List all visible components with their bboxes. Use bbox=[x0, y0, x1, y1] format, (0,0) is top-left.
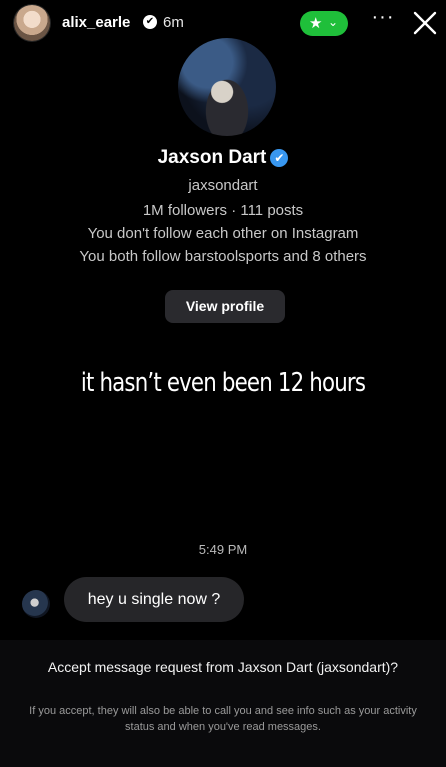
close-friends-button[interactable]: ★ ⌄ bbox=[300, 11, 348, 36]
profile-name: Jaxson Dart bbox=[157, 147, 267, 168]
mutual-follows: You both follow barstoolsports and 8 oth… bbox=[79, 248, 367, 265]
view-profile-button[interactable]: View profile bbox=[165, 290, 285, 323]
close-icon[interactable] bbox=[412, 10, 438, 36]
profile-stats: 1M followers · 111 posts bbox=[142, 202, 304, 219]
story-author-avatar[interactable] bbox=[14, 5, 50, 41]
profile-avatar[interactable] bbox=[178, 38, 276, 136]
sender-avatar[interactable] bbox=[22, 590, 50, 618]
profile-handle: jaxsondart bbox=[188, 177, 258, 194]
message-timestamp: 5:49 PM bbox=[198, 542, 248, 557]
follow-status: You don't follow each other on Instagram bbox=[87, 225, 359, 242]
message-request-panel: Accept message request from Jaxson Dart … bbox=[0, 640, 446, 767]
profile-name-row: Jaxson Dart ✔ bbox=[0, 147, 446, 169]
story-time: 6m bbox=[163, 14, 184, 31]
story-text-overlay: it hasn’t even been 12 hours bbox=[80, 368, 366, 398]
chevron-down-icon: ⌄ bbox=[328, 15, 339, 29]
star-icon: ★ bbox=[309, 15, 323, 32]
story-username[interactable]: alix_earle bbox=[62, 14, 130, 31]
more-icon[interactable]: ··· bbox=[370, 6, 396, 36]
verified-badge-icon: ✔ bbox=[270, 149, 289, 167]
verified-badge-icon: ✔ bbox=[143, 15, 157, 29]
request-info: If you accept, they will also be able to… bbox=[29, 705, 417, 733]
request-title: Accept message request from Jaxson Dart … bbox=[47, 659, 399, 675]
message-bubble[interactable]: hey u single now ? bbox=[64, 577, 244, 622]
